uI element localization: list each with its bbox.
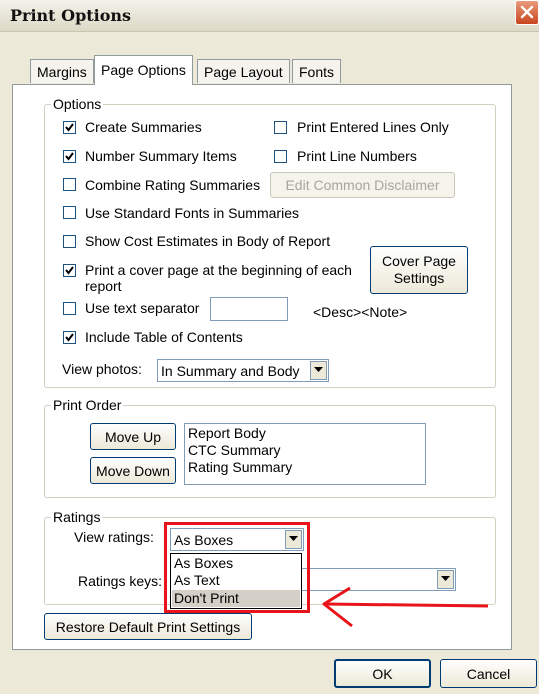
text-separator-input[interactable] [210, 297, 288, 321]
number-summary-items-checkbox[interactable] [63, 150, 76, 163]
print-entered-lines-only-label: Print Entered Lines Only [297, 119, 449, 135]
close-button[interactable] [515, 0, 539, 25]
title-bar: Print Options [0, 0, 539, 32]
show-cost-estimates-label: Show Cost Estimates in Body of Report [85, 233, 331, 249]
include-toc-label: Include Table of Contents [85, 329, 243, 345]
ratings-keys-label: Ratings keys: [78, 573, 163, 589]
move-down-button[interactable]: Move Down [90, 457, 176, 484]
annotation-arrow-icon [322, 586, 489, 628]
dropdown-arrow-button[interactable] [310, 361, 327, 380]
use-standard-fonts-checkbox[interactable] [63, 206, 76, 219]
print-entered-lines-only-checkbox[interactable] [274, 121, 287, 134]
use-text-separator-checkbox[interactable] [63, 302, 76, 315]
print-line-numbers-label: Print Line Numbers [297, 148, 417, 164]
include-toc-checkbox[interactable] [63, 331, 76, 344]
cancel-button[interactable]: Cancel [440, 659, 537, 688]
move-up-button[interactable]: Move Up [90, 423, 176, 450]
separator-hint: <Desc><Note> [313, 304, 408, 320]
ok-button[interactable]: OK [334, 659, 431, 688]
combine-rating-summaries-checkbox[interactable] [63, 178, 76, 191]
cover-page-settings-button[interactable]: Cover Page Settings [370, 246, 468, 294]
cover-page-settings-label-line2: Settings [393, 270, 445, 286]
list-item[interactable]: Report Body [188, 425, 266, 441]
annotation-highlight-box [164, 522, 310, 613]
use-standard-fonts-label: Use Standard Fonts in Summaries [85, 205, 299, 221]
tab-page-options[interactable]: Page Options [94, 55, 193, 85]
list-item[interactable]: Rating Summary [188, 459, 292, 475]
view-photos-value: In Summary and Body [161, 363, 300, 379]
tab-margins[interactable]: Margins [30, 59, 94, 83]
combine-rating-summaries-label: Combine Rating Summaries [85, 177, 261, 193]
print-order-legend: Print Order [53, 397, 122, 413]
view-ratings-label: View ratings: [74, 529, 154, 545]
print-line-numbers-checkbox[interactable] [274, 150, 287, 163]
tab-page-layout[interactable]: Page Layout [197, 59, 290, 83]
create-summaries-label: Create Summaries [85, 119, 202, 135]
view-photos-label: View photos: [62, 361, 142, 377]
create-summaries-checkbox[interactable] [63, 121, 76, 134]
ratings-legend: Ratings [53, 509, 101, 525]
options-legend: Options [53, 96, 102, 112]
print-cover-page-label-line2: report [85, 278, 122, 294]
use-text-separator-label: Use text separator [85, 300, 200, 316]
print-options-dialog: Print Options Margins Page Options Page … [0, 0, 539, 694]
restore-default-print-settings-button[interactable]: Restore Default Print Settings [44, 613, 252, 640]
number-summary-items-label: Number Summary Items [85, 148, 237, 164]
window-title: Print Options [10, 6, 132, 25]
edit-common-disclaimer-button[interactable]: Edit Common Disclaimer [270, 172, 455, 198]
print-cover-page-checkbox[interactable] [63, 264, 76, 277]
print-cover-page-label-line1: Print a cover page at the beginning of e… [85, 262, 352, 278]
tab-fonts[interactable]: Fonts [292, 59, 342, 83]
show-cost-estimates-checkbox[interactable] [63, 235, 76, 248]
print-order-list[interactable]: Report Body CTC Summary Rating Summary [184, 423, 426, 485]
list-item[interactable]: CTC Summary [188, 442, 281, 458]
cover-page-settings-label-line1: Cover Page [382, 253, 456, 269]
view-photos-select[interactable]: In Summary and Body [157, 359, 329, 382]
